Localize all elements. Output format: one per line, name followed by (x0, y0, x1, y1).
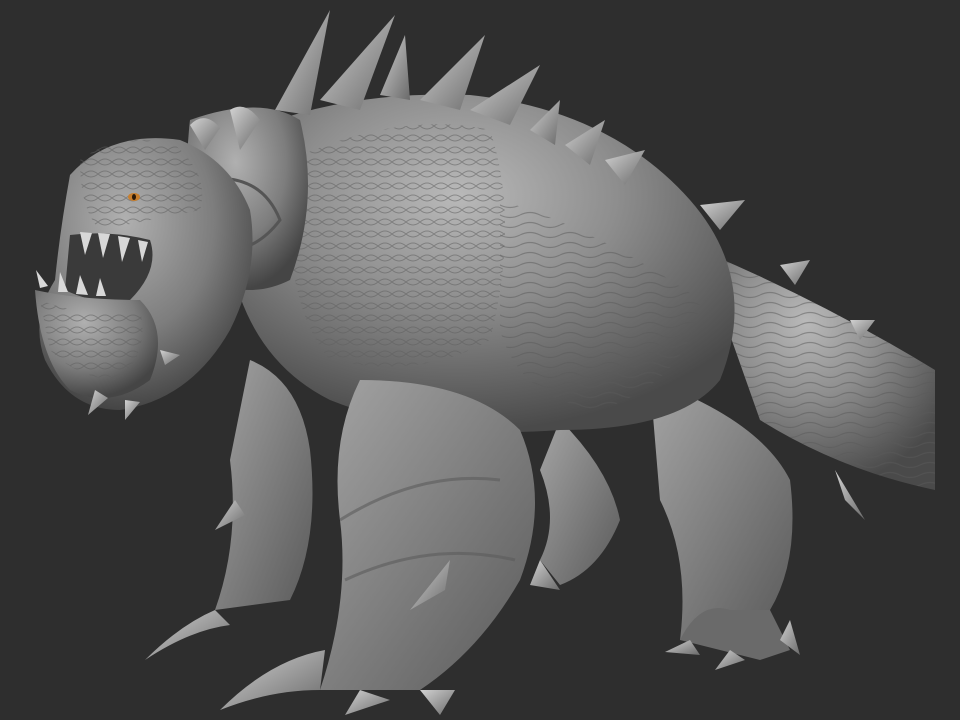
sculpt-viewport[interactable] (0, 0, 960, 720)
torso (230, 94, 735, 432)
creature-eye (128, 193, 140, 201)
creature-render (35, 10, 935, 715)
rear-leg-far (530, 420, 620, 590)
front-leg-far (145, 360, 313, 660)
